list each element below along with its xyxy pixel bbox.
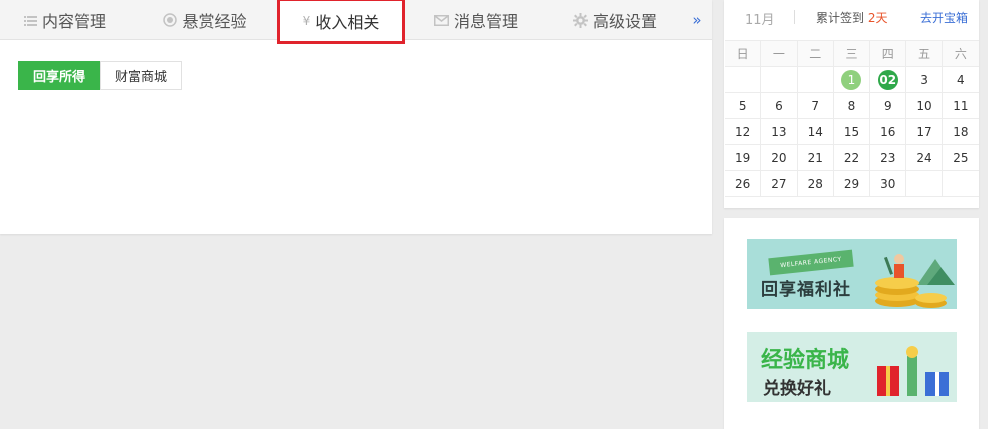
calendar-day[interactable]: 11 bbox=[942, 93, 979, 119]
gifts-illustration bbox=[877, 346, 949, 396]
subtab-share-earnings[interactable]: 回享所得 bbox=[18, 61, 101, 90]
mail-icon bbox=[433, 14, 449, 26]
coin-icon bbox=[163, 13, 178, 27]
yen-icon: ¥ bbox=[302, 13, 311, 28]
calendar-day[interactable]: 1 bbox=[833, 67, 871, 93]
calendar-day[interactable]: 12 bbox=[725, 119, 762, 145]
banner-panel: WELFARE AGENCY 回享福利社 经验商城 兑换好礼 bbox=[724, 218, 979, 429]
weekday-label: 三 bbox=[833, 41, 871, 67]
list-icon bbox=[23, 15, 37, 26]
calendar-day[interactable]: 5 bbox=[725, 93, 762, 119]
banner-title-top: 经验商城 bbox=[761, 348, 850, 373]
calendar-day[interactable]: 3 bbox=[906, 67, 943, 93]
calendar-day[interactable]: 02 bbox=[870, 67, 907, 93]
calendar-day[interactable]: 6 bbox=[761, 93, 798, 119]
calendar-day bbox=[942, 171, 979, 197]
tab-label: 消息管理 bbox=[453, 12, 518, 31]
calendar-day[interactable]: 28 bbox=[797, 171, 834, 197]
tab-label: 内容管理 bbox=[41, 12, 106, 31]
calendar-day[interactable]: 9 bbox=[870, 93, 907, 119]
weekday-label: 二 bbox=[797, 41, 834, 67]
calendar-day[interactable]: 26 bbox=[725, 171, 762, 197]
tab-content-management[interactable]: 内容管理 bbox=[0, 0, 130, 40]
calendar-day[interactable]: 7 bbox=[797, 93, 834, 119]
open-treasure-link[interactable]: 去开宝箱 bbox=[920, 9, 968, 26]
calendar-day[interactable]: 8 bbox=[833, 93, 871, 119]
welfare-agency-banner[interactable]: WELFARE AGENCY 回享福利社 bbox=[747, 239, 957, 309]
divider bbox=[794, 10, 795, 24]
banner-title: 回享福利社 bbox=[761, 280, 851, 300]
main-panel: 内容管理 悬赏经验 ¥ 收入相关 消息管理 高级设置 » 回享所得 财富商城 bbox=[0, 0, 712, 234]
calendar-week: 5 6 7 8 9 10 11 bbox=[725, 93, 979, 119]
weekday-label: 五 bbox=[906, 41, 943, 67]
calendar-day[interactable]: 4 bbox=[942, 67, 979, 93]
weekday-label: 一 bbox=[761, 41, 798, 67]
calendar-day[interactable]: 25 bbox=[942, 145, 979, 171]
calendar-day[interactable]: 16 bbox=[870, 119, 907, 145]
calendar-week: 26 27 28 29 30 bbox=[725, 171, 979, 197]
calendar-day[interactable]: 17 bbox=[906, 119, 943, 145]
weekday-label: 日 bbox=[725, 41, 762, 67]
tab-label: 悬赏经验 bbox=[182, 12, 247, 31]
calendar-day[interactable]: 19 bbox=[725, 145, 762, 171]
streak-days: 2天 bbox=[867, 11, 888, 25]
calendar-day[interactable]: 24 bbox=[906, 145, 943, 171]
calendar-week: 19 20 21 22 23 24 25 bbox=[725, 145, 979, 171]
weekday-label: 六 bbox=[942, 41, 979, 67]
coins-illustration bbox=[875, 254, 955, 308]
subtab-group: 回享所得 财富商城 bbox=[18, 61, 183, 90]
banner-ribbon: WELFARE AGENCY bbox=[768, 249, 854, 276]
tab-label: 高级设置 bbox=[592, 12, 657, 31]
calendar-grid: 日一二三四五六 1 02 3 4 5 6 7 8 9 10 11 12 13 14 15 16 17 18 19 20 2… bbox=[725, 40, 979, 197]
calendar-week: 12 13 14 15 16 17 18 bbox=[725, 119, 979, 145]
subtab-wealth-mall[interactable]: 财富商城 bbox=[100, 61, 183, 90]
calendar-month: 11月 bbox=[745, 13, 775, 28]
calendar-day[interactable]: 20 bbox=[761, 145, 798, 171]
tab-advanced-settings[interactable]: 高级设置 bbox=[558, 0, 672, 40]
gear-icon bbox=[572, 12, 588, 28]
more-tabs-button[interactable]: » bbox=[686, 0, 708, 40]
calendar-day[interactable]: 18 bbox=[942, 119, 979, 145]
sign-in-streak: 累计签到 2天 bbox=[816, 9, 887, 26]
calendar-day bbox=[797, 67, 834, 93]
calendar-day bbox=[725, 67, 762, 93]
weekday-label: 四 bbox=[870, 41, 907, 67]
experience-mall-banner[interactable]: 经验商城 兑换好礼 bbox=[747, 332, 957, 402]
tab-message-management[interactable]: 消息管理 bbox=[418, 0, 534, 40]
streak-label: 累计签到 bbox=[816, 11, 865, 25]
tab-income[interactable]: ¥ 收入相关 bbox=[279, 0, 403, 41]
weekday-header: 日一二三四五六 bbox=[725, 41, 979, 67]
calendar-day[interactable]: 22 bbox=[833, 145, 871, 171]
tab-reward-experience[interactable]: 悬赏经验 bbox=[146, 0, 264, 40]
signed-day-marker: 1 bbox=[841, 69, 862, 90]
calendar-day[interactable]: 29 bbox=[833, 171, 871, 197]
calendar-day[interactable]: 21 bbox=[797, 145, 834, 171]
calendar-day[interactable]: 14 bbox=[797, 119, 834, 145]
tab-bar: 内容管理 悬赏经验 ¥ 收入相关 消息管理 高级设置 » bbox=[0, 0, 712, 41]
calendar-day[interactable]: 13 bbox=[761, 119, 798, 145]
today-marker: 02 bbox=[877, 69, 898, 90]
calendar-week: 1 02 3 4 bbox=[725, 67, 979, 93]
calendar-day[interactable]: 23 bbox=[870, 145, 907, 171]
calendar-day[interactable]: 30 bbox=[870, 171, 907, 197]
calendar-day bbox=[761, 67, 798, 93]
calendar-day[interactable]: 10 bbox=[906, 93, 943, 119]
calendar-day[interactable]: 27 bbox=[761, 171, 798, 197]
sign-in-calendar: 11月 累计签到 2天 去开宝箱 日一二三四五六 1 02 3 4 5 6 7 8 9 10 11 12… bbox=[724, 0, 979, 208]
calendar-day[interactable]: 15 bbox=[833, 119, 871, 145]
tab-label: 收入相关 bbox=[315, 12, 380, 32]
banner-title-bottom: 兑换好礼 bbox=[763, 379, 831, 399]
calendar-day bbox=[906, 171, 943, 197]
